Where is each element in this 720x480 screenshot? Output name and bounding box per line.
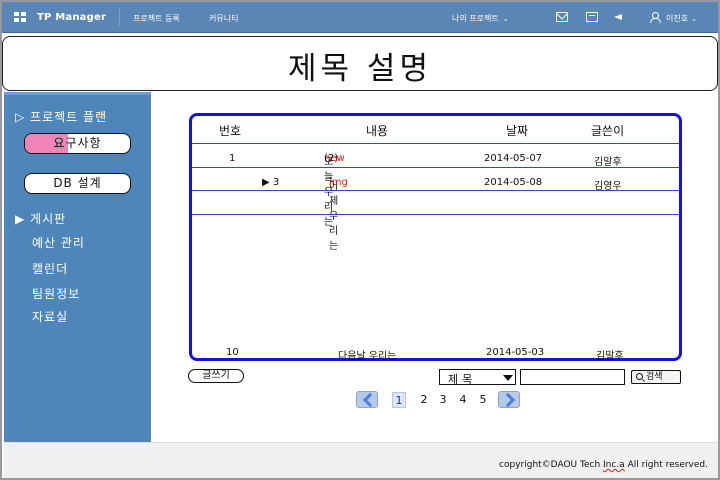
sidebar-item-team-info[interactable]: 팀원정보 xyxy=(32,285,80,302)
page-link[interactable]: 2 xyxy=(417,392,431,408)
row-author: 김말후 xyxy=(594,157,622,168)
copyright-company: Inc.a xyxy=(603,460,625,470)
sidebar-button-requirements[interactable]: 요구사항 xyxy=(24,133,131,154)
divider xyxy=(192,143,679,144)
search-input[interactable] xyxy=(520,369,625,385)
row-author: 김말후 xyxy=(596,351,624,362)
sidebar-item-project-plan[interactable]: ▷ 프로젝트 플랜 xyxy=(15,108,107,125)
nav-divider xyxy=(119,9,120,26)
row-number: 10 xyxy=(226,347,239,358)
page-title: 제목 설명 xyxy=(288,51,432,87)
chevron-down-icon: ⌄ xyxy=(502,15,509,23)
pagination: 1 2 3 4 5 xyxy=(356,391,526,409)
next-page-icon[interactable] xyxy=(498,391,520,408)
img-tag: img xyxy=(329,177,348,188)
footer: copyright©DAOU Tech Inc.a All right rese… xyxy=(4,442,718,478)
row-number: ▶ 3 xyxy=(262,177,280,188)
write-button[interactable]: 글쓰기 xyxy=(188,369,244,383)
sidebar-button-db-design[interactable]: DB 설계 xyxy=(24,173,131,194)
my-projects-dropdown[interactable]: 나의 프로젝트 ⌄ xyxy=(452,13,509,24)
chevron-down-icon: ⌄ xyxy=(691,15,697,23)
column-header-number: 번호 xyxy=(219,124,242,138)
megaphone-icon[interactable] xyxy=(614,12,626,22)
sidebar-item-budget[interactable]: 예산 관리 xyxy=(32,234,85,251)
row-number: 1 xyxy=(229,153,236,164)
user-icon[interactable] xyxy=(649,12,661,23)
chevron-down-icon xyxy=(503,375,513,381)
sidebar-item-calendar[interactable]: 캘린더 xyxy=(32,260,68,277)
divider xyxy=(192,190,679,191)
divider xyxy=(192,214,679,215)
row-content[interactable]: 다음날 우리는 xyxy=(338,347,396,362)
column-header-date: 날짜 xyxy=(506,124,529,138)
my-projects-label: 나의 프로젝트 xyxy=(452,14,499,23)
copyright-text: copyright©DAOU Tech Inc.a All right rese… xyxy=(499,460,708,470)
search-field-select[interactable]: 제목 xyxy=(439,369,516,386)
column-header-content: 내용 xyxy=(366,124,389,138)
db-design-label: DB 설계 xyxy=(53,176,102,190)
card-icon[interactable] xyxy=(586,12,598,22)
top-navbar: TP Manager 프로젝트 등록 커뮤니티 나의 프로젝트 ⌄ 이진호 ⌄ xyxy=(0,0,720,33)
page-link[interactable]: 5 xyxy=(476,392,490,408)
row-date: 2014-05-03 xyxy=(486,347,545,358)
copyright-suffix: All right reserved. xyxy=(624,460,708,470)
page-link[interactable]: 4 xyxy=(456,392,470,408)
search-icon xyxy=(636,373,643,380)
sidebar-item-archive[interactable]: 자료실 xyxy=(32,308,68,325)
nav-community[interactable]: 커뮤니티 xyxy=(209,13,238,24)
search-field-value: 제목 xyxy=(448,373,477,386)
requirements-label: 요구사항 xyxy=(53,136,102,150)
post-board: 번호 내용 날짜 글쓴이 1 오늘 우리는 new (2) 2014-05-07… xyxy=(189,113,682,362)
mail-icon[interactable] xyxy=(556,12,568,22)
sidebar-top-line xyxy=(4,92,151,95)
nav-project-register[interactable]: 프로젝트 등록 xyxy=(133,13,180,24)
app-name[interactable]: TP Manager xyxy=(37,12,106,23)
username-label: 이진호 xyxy=(666,14,689,23)
copyright-prefix: copyright©DAOU Tech xyxy=(499,460,604,470)
board-header: 번호 내용 날짜 글쓴이 xyxy=(192,116,679,143)
row-date: 2014-05-08 xyxy=(484,177,543,188)
grid-logo-icon[interactable] xyxy=(14,12,26,22)
sidebar-item-board[interactable]: ▶ 게시판 xyxy=(15,210,66,227)
page-link[interactable]: 3 xyxy=(436,392,450,408)
divider xyxy=(192,167,679,168)
row-date: 2014-05-07 xyxy=(484,153,543,164)
page-link-current[interactable]: 1 xyxy=(392,392,406,408)
comment-count: (2) xyxy=(324,153,339,164)
user-menu[interactable]: 이진호 ⌄ xyxy=(666,13,697,24)
search-button-label: 검색 xyxy=(646,372,663,382)
title-banner: 제목 설명 xyxy=(2,36,718,91)
column-header-author: 글쓴이 xyxy=(591,124,625,138)
search-button[interactable]: 검색 xyxy=(631,370,681,384)
sidebar: ▷ 프로젝트 플랜 요구사항 DB 설계 ▶ 게시판 예산 관리 캘린더 팀원정… xyxy=(4,92,151,442)
prev-page-icon[interactable] xyxy=(356,391,378,408)
